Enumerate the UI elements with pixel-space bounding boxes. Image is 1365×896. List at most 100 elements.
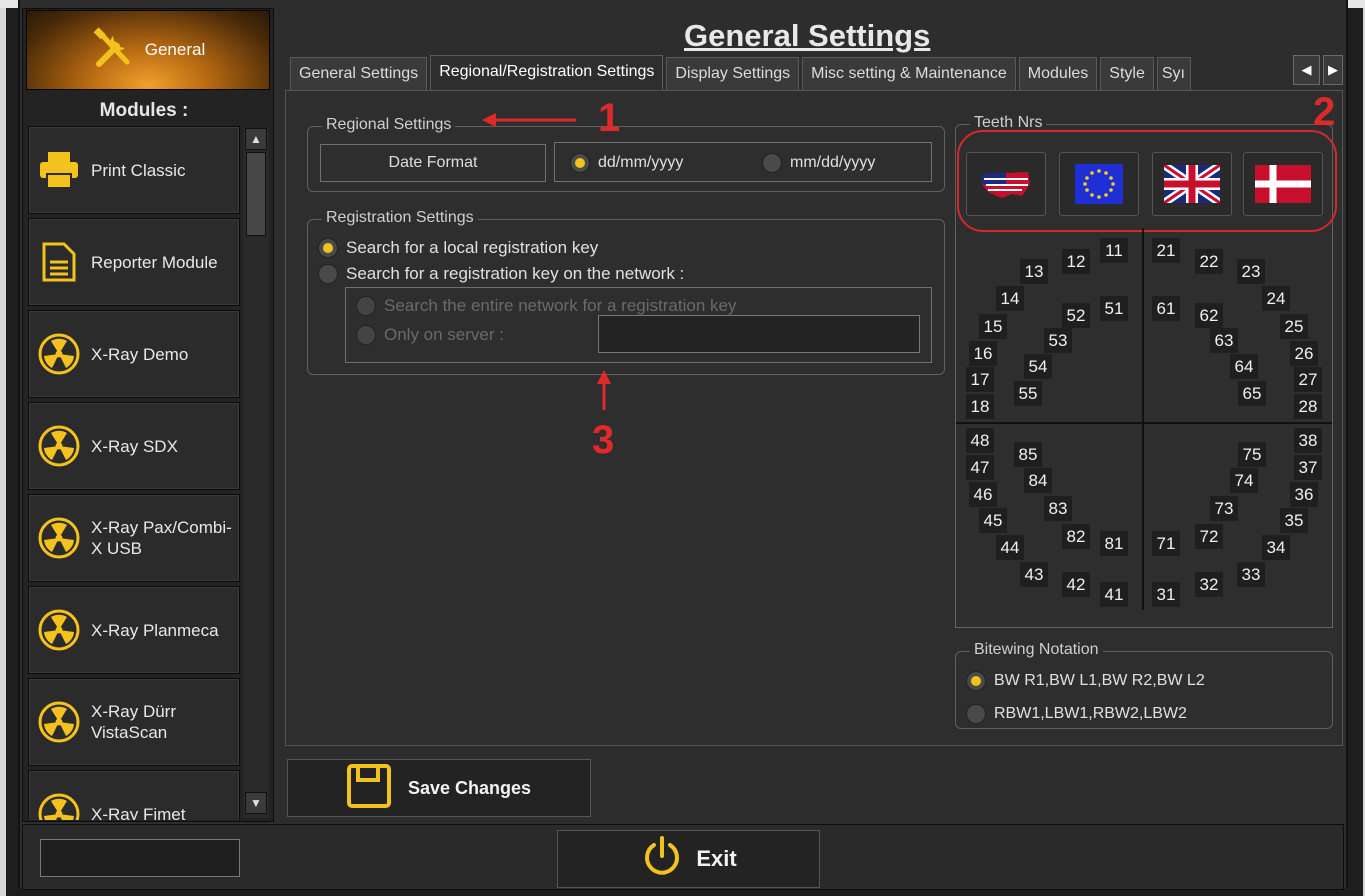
tooth-number-75: 75	[1238, 442, 1266, 467]
exit-button[interactable]: Exit	[557, 830, 820, 888]
radio-dot	[966, 704, 986, 724]
tooth-number-31: 31	[1152, 582, 1180, 607]
general-label: General	[144, 40, 206, 59]
tab-bar: General Settings Regional/Registration S…	[290, 55, 1194, 93]
tooth-number-35: 35	[1280, 508, 1308, 533]
tooth-number-62: 62	[1195, 303, 1223, 328]
radio-bitewing-bw[interactable]: BW R1,BW L1,BW R2,BW L2	[966, 671, 1205, 691]
radio-dot	[356, 296, 376, 316]
exit-label: Exit	[696, 846, 737, 871]
radio-dot	[570, 153, 590, 173]
radio-label: mm/dd/yyyy	[790, 154, 876, 171]
tooth-number-65: 65	[1238, 381, 1266, 406]
module-label: Print Classic	[91, 160, 186, 180]
module-label: X-Ray Pax/Combi- X USB	[91, 518, 232, 558]
module-item-xray-fimet[interactable]: X-Ray Fimet	[28, 770, 240, 820]
module-item-xray-sdx[interactable]: X-Ray SDX	[28, 402, 240, 490]
radio-label: RBW1,LBW1,RBW2,LBW2	[994, 705, 1187, 722]
tab-general-settings[interactable]: General Settings	[290, 57, 428, 91]
radio-local-key[interactable]: Search for a local registration key	[318, 238, 598, 258]
radiation-icon	[37, 424, 81, 468]
app-window: General Modules : Print Classic Reporter…	[0, 0, 1365, 896]
scroll-down-icon[interactable]: ▼	[245, 792, 267, 814]
modules-title: Modules :	[99, 100, 189, 121]
scroll-thumb[interactable]	[246, 152, 266, 236]
radio-label: Search for a local registration key	[346, 238, 599, 257]
tooth-number-83: 83	[1044, 496, 1072, 521]
tooth-number-23: 23	[1237, 259, 1265, 284]
radio-mmddyyyy[interactable]: mm/dd/yyyy	[762, 153, 875, 173]
radio-entire-network[interactable]: Search the entire network for a registra…	[356, 296, 736, 316]
tooth-number-41: 41	[1100, 582, 1128, 607]
tooth-number-53: 53	[1044, 328, 1072, 353]
tab-right-icon[interactable]: ▶	[1323, 55, 1343, 85]
tooth-number-48: 48	[966, 428, 994, 453]
radio-dot	[762, 153, 782, 173]
general-button[interactable]: General	[26, 10, 270, 90]
save-changes-button[interactable]: Save Changes	[287, 759, 591, 817]
teeth-vertical-divider	[1142, 228, 1144, 610]
tooth-number-74: 74	[1230, 468, 1258, 493]
tools-icon	[91, 26, 135, 75]
tab-style[interactable]: Style	[1100, 57, 1154, 91]
tooth-number-72: 72	[1195, 524, 1223, 549]
radiation-icon	[37, 700, 81, 744]
power-icon	[640, 834, 684, 884]
module-label: X-Ray Fimet	[91, 804, 186, 821]
radiation-icon	[37, 332, 81, 376]
tab-regional-registration[interactable]: Regional/Registration Settings	[430, 55, 664, 93]
tooth-number-64: 64	[1230, 354, 1258, 379]
tooth-number-42: 42	[1062, 572, 1090, 597]
tooth-number-61: 61	[1152, 296, 1180, 321]
radio-network-key[interactable]: Search for a registration key on the net…	[318, 264, 684, 284]
module-item-print-classic[interactable]: Print Classic	[28, 126, 240, 214]
radio-ddmmyyyy[interactable]: dd/mm/yyyy	[570, 153, 683, 173]
tooth-number-27: 27	[1294, 367, 1322, 392]
tab-left-icon[interactable]: ◀	[1293, 55, 1320, 85]
tooth-number-12: 12	[1062, 249, 1090, 274]
module-label: Reporter Module	[91, 252, 218, 272]
tooth-number-85: 85	[1014, 442, 1042, 467]
status-input[interactable]	[40, 839, 240, 877]
radio-label: Search for a registration key on the net…	[346, 264, 685, 283]
tooth-number-25: 25	[1280, 314, 1308, 339]
server-input[interactable]	[598, 315, 920, 353]
tooth-number-63: 63	[1210, 328, 1238, 353]
tab-scroll: ◀ ▶	[1293, 55, 1343, 85]
radio-label: BW R1,BW L1,BW R2,BW L2	[994, 672, 1205, 689]
module-label: X-Ray Dürr VistaScan	[91, 702, 177, 742]
floppy-disk-icon	[346, 763, 392, 814]
radio-bitewing-rbw[interactable]: RBW1,LBW1,RBW2,LBW2	[966, 704, 1187, 724]
module-item-xray-demo[interactable]: X-Ray Demo	[28, 310, 240, 398]
tooth-number-33: 33	[1237, 562, 1265, 587]
tooth-number-13: 13	[1020, 259, 1048, 284]
tab-modules[interactable]: Modules	[1018, 57, 1098, 91]
radio-only-server[interactable]: Only on server :	[356, 325, 504, 345]
module-item-xray-planmeca[interactable]: X-Ray Planmeca	[28, 586, 240, 674]
radiation-icon	[37, 608, 81, 652]
tooth-number-55: 55	[1014, 381, 1042, 406]
module-label: X-Ray Demo	[91, 344, 189, 364]
radio-dot	[318, 264, 338, 284]
module-item-xray-pax-combi[interactable]: X-Ray Pax/Combi- X USB	[28, 494, 240, 582]
annotation-2: 2	[1313, 90, 1336, 134]
tab-display-settings[interactable]: Display Settings	[666, 57, 800, 91]
tooth-number-51: 51	[1100, 296, 1128, 321]
save-label: Save Changes	[408, 777, 532, 798]
tooth-number-22: 22	[1195, 249, 1223, 274]
regional-legend: Regional Settings	[322, 116, 456, 134]
module-item-reporter[interactable]: Reporter Module	[28, 218, 240, 306]
scroll-up-icon[interactable]: ▲	[245, 128, 267, 150]
module-item-xray-durr[interactable]: X-Ray Dürr VistaScan	[28, 678, 240, 766]
annotation-highlight	[957, 130, 1337, 232]
tab-misc-maintenance[interactable]: Misc setting & Maintenance	[802, 57, 1016, 91]
page-title: General Settings	[684, 18, 931, 53]
module-label: X-Ray Planmeca	[91, 620, 219, 640]
tab-sync[interactable]: Syı	[1156, 57, 1191, 91]
tooth-number-43: 43	[1020, 562, 1048, 587]
teeth-horizontal-divider	[956, 422, 1332, 424]
module-label: X-Ray SDX	[91, 436, 178, 456]
modules-scrollbar[interactable]: ▲ ▼	[243, 128, 269, 818]
printer-icon	[37, 148, 81, 192]
tooth-number-17: 17	[966, 367, 994, 392]
